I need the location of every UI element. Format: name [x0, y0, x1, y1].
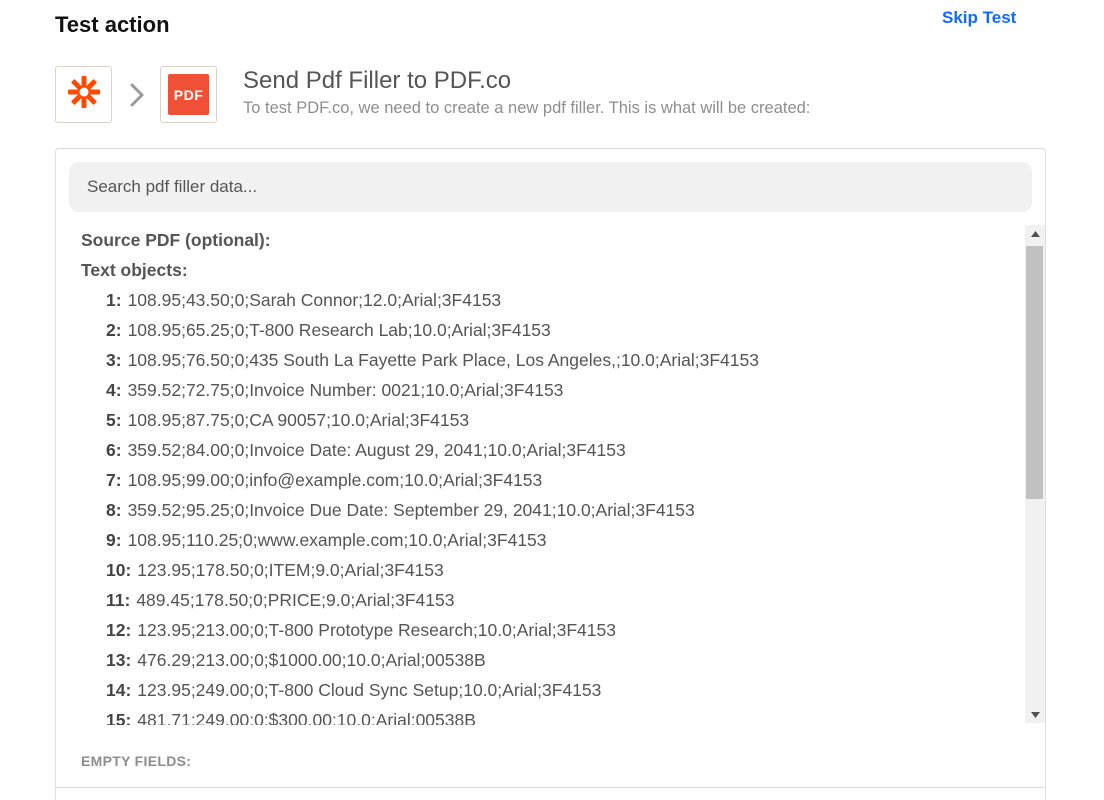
text-object-value: 123.95;178.50;0;ITEM;9.0;Arial;3F4153	[137, 560, 444, 580]
text-object-value: 123.95;249.00;0;T-800 Cloud Sync Setup;1…	[137, 680, 602, 700]
text-object-number: 1:	[106, 290, 122, 310]
text-object-value: 123.95;213.00;0;T-800 Prototype Research…	[137, 620, 616, 640]
text-object-value: 359.52;95.25;0;Invoice Due Date: Septemb…	[127, 500, 695, 520]
text-objects-label: Text objects:	[81, 260, 188, 280]
text-object-item: 1: 108.95;43.50;0;Sarah Connor;12.0;Arial…	[81, 289, 1021, 319]
text-object-number: 15:	[106, 710, 132, 725]
zapier-asterisk-icon	[67, 75, 101, 114]
text-object-number: 14:	[106, 680, 132, 700]
action-app-icon-box: PDF	[160, 66, 217, 123]
scroll-up-arrow-icon[interactable]	[1025, 225, 1045, 242]
text-object-value: 481.71;249.00;0;$300.00;10.0;Arial;00538…	[137, 710, 476, 725]
text-object-number: 4:	[106, 380, 122, 400]
text-object-item: 8: 359.52;95.25;0;Invoice Due Date: Septe…	[81, 499, 1021, 529]
text-object-value: 359.52;84.00;0;Invoice Date: August 29, …	[127, 440, 626, 460]
text-object-number: 9:	[106, 530, 122, 550]
text-object-value: 489.45;178.50;0;PRICE;9.0;Arial;3F4153	[136, 590, 455, 610]
search-input[interactable]	[69, 162, 1032, 212]
scrollbar[interactable]	[1025, 225, 1045, 723]
page-title: Test action	[55, 12, 170, 37]
step-title: Send Pdf Filler to PDF.co	[243, 67, 512, 94]
text-object-value: 108.95;87.75;0;CA 90057;10.0;Arial;3F415…	[127, 410, 470, 430]
text-object-number: 3:	[106, 350, 122, 370]
text-object-value: 359.52;72.75;0;Invoice Number: 0021;10.0…	[127, 380, 564, 400]
text-object-value: 108.95;76.50;0;435 South La Fayette Park…	[127, 350, 759, 370]
text-object-item: 4: 359.52;72.75;0;Invoice Number: 0021;10…	[81, 379, 1021, 409]
source-pdf-label: Source PDF (optional):	[81, 230, 271, 250]
text-object-item: 9: 108.95;110.25;0;www.example.com;10.0;A…	[81, 529, 1021, 559]
divider	[56, 787, 1045, 788]
scrollbar-thumb[interactable]	[1026, 246, 1043, 499]
text-object-number: 6:	[106, 440, 122, 460]
empty-fields-label: EMPTY FIELDS:	[81, 753, 192, 769]
text-object-value: 108.95;99.00;0;info@example.com;10.0;Ari…	[127, 470, 543, 490]
text-object-number: 7:	[106, 470, 122, 490]
text-object-item: 7: 108.95;99.00;0;info@example.com;10.0;A…	[81, 469, 1021, 499]
text-object-item: 2: 108.95;65.25;0;T-800 Research Lab;10.0…	[81, 319, 1021, 349]
text-object-item: 14: 123.95;249.00;0;T-800 Cloud Sync Setu…	[81, 679, 1021, 709]
chevron-right-icon	[126, 80, 148, 110]
text-object-value: 108.95;65.25;0;T-800 Research Lab;10.0;A…	[127, 320, 551, 340]
text-objects-list: 1: 108.95;43.50;0;Sarah Connor;12.0;Arial…	[81, 289, 1021, 725]
text-object-item: 12: 123.95;213.00;0;T-800 Prototype Resea…	[81, 619, 1021, 649]
text-object-value: 476.29;213.00;0;$1000.00;10.0;Arial;0053…	[137, 650, 486, 670]
text-object-item: 13: 476.29;213.00;0;$1000.00;10.0;Arial;0…	[81, 649, 1021, 679]
step-subtitle: To test PDF.co, we need to create a new …	[243, 99, 811, 117]
text-object-item: 5: 108.95;87.75;0;CA 90057;10.0;Arial;3F4…	[81, 409, 1021, 439]
text-object-item: 15: 481.71;249.00;0;$300.00;10.0;Arial;00…	[81, 709, 1021, 725]
text-object-number: 8:	[106, 500, 122, 520]
text-object-item: 6: 359.52;84.00;0;Invoice Date: August 29…	[81, 439, 1021, 469]
pdfco-icon: PDF	[168, 74, 209, 115]
text-object-item: 3: 108.95;76.50;0;435 South La Fayette Pa…	[81, 349, 1021, 379]
text-object-number: 11:	[106, 590, 131, 610]
text-object-number: 12:	[106, 620, 132, 640]
text-object-item: 10: 123.95;178.50;0;ITEM;9.0;Arial;3F4153	[81, 559, 1021, 589]
trigger-app-icon-box	[55, 66, 112, 123]
field-list: Source PDF (optional): Text objects: 1: 1…	[81, 229, 1021, 725]
scroll-down-arrow-icon[interactable]	[1025, 706, 1045, 723]
text-object-item: 11: 489.45;178.50;0;PRICE;9.0;Arial;3F415…	[81, 589, 1021, 619]
text-object-number: 2:	[106, 320, 122, 340]
text-object-number: 10:	[106, 560, 132, 580]
text-object-number: 13:	[106, 650, 132, 670]
skip-test-link[interactable]: Skip Test	[942, 8, 1016, 28]
text-object-value: 108.95;43.50;0;Sarah Connor;12.0;Arial;3…	[127, 290, 502, 310]
text-object-number: 5:	[106, 410, 122, 430]
data-preview-panel: Source PDF (optional): Text objects: 1:1…	[55, 148, 1046, 800]
text-object-value: 108.95;110.25;0;www.example.com;10.0;Ari…	[127, 530, 547, 550]
